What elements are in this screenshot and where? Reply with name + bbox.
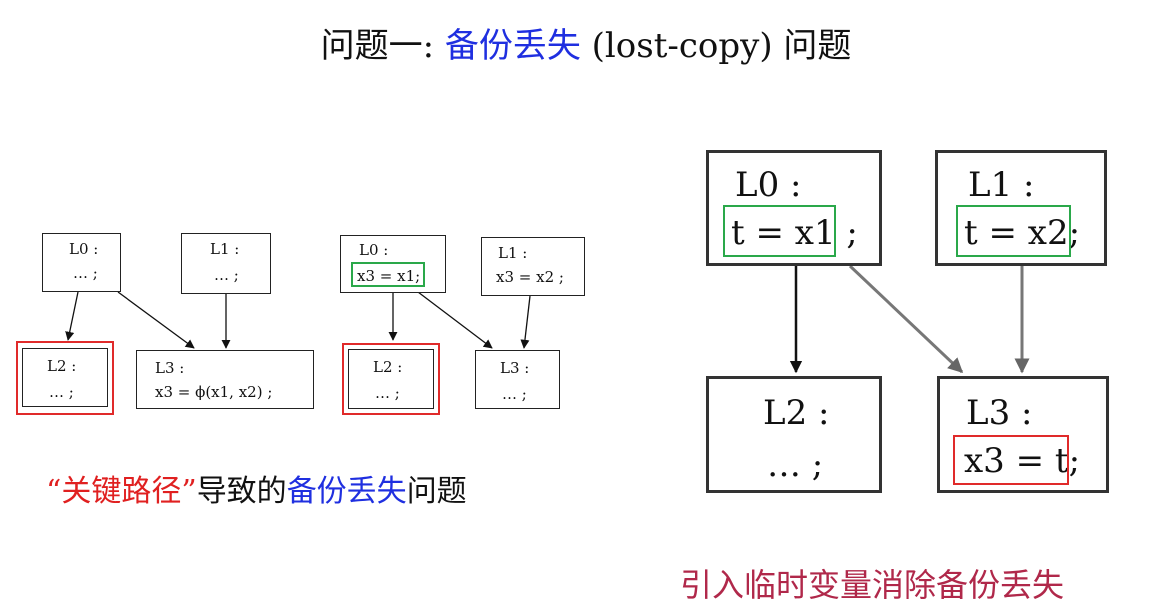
right-l2-label: L2 : — [763, 393, 830, 433]
arrows-layer — [65, 264, 1030, 374]
edge-left-l0-l2 — [65, 291, 79, 341]
right-l3-body-suffix: ; — [1068, 441, 1081, 481]
left-l2-label: L2 : — [47, 357, 77, 375]
mid-node-l1: L1 : x3 = x2 ; — [481, 237, 585, 296]
mid-l1-label: L1 : — [498, 244, 528, 262]
right-l2-body: … ; — [767, 445, 824, 485]
left-caption-mid: 导致的 — [196, 474, 287, 509]
mid-l3-body: … ; — [502, 385, 527, 403]
left-l2-body: … ; — [49, 383, 74, 401]
left-l0-body: … ; — [73, 264, 98, 282]
left-l1-body: … ; — [214, 266, 239, 284]
edge-right-l0-l3 — [848, 264, 964, 374]
left-node-l0: L0 : … ; — [42, 233, 121, 292]
edge-left-l0-l3 — [117, 291, 195, 349]
mid-l0-label: L0 : — [359, 241, 389, 259]
mid-l3-label: L3 : — [500, 359, 530, 377]
left-node-l3: L3 : x3 = ϕ(x1, x2) ; — [136, 350, 314, 409]
left-node-l2: L2 : … ; — [22, 348, 108, 407]
right-l1-green-highlight — [956, 205, 1071, 257]
mid-node-l2: L2 : … ; — [348, 349, 434, 409]
left-l0-label: L0 : — [69, 240, 99, 258]
left-l1-label: L1 : — [210, 240, 240, 258]
right-l3-red-highlight — [953, 435, 1069, 485]
right-l1-label: L1 : — [968, 165, 1035, 205]
edge-mid-l0-l3 — [417, 291, 493, 349]
right-l3-label: L3 : — [966, 393, 1033, 433]
mid-l2-body: … ; — [375, 384, 400, 402]
right-node-l2: L2 : … ; — [706, 376, 882, 493]
left-node-l1: L1 : … ; — [181, 233, 271, 294]
right-l0-label: L0 : — [735, 165, 802, 205]
left-l3-body: x3 = ϕ(x1, x2) ; — [155, 383, 273, 401]
left-caption: “关键路径”导致的备份丢失问题 — [46, 466, 467, 510]
left-l3-label: L3 : — [155, 359, 185, 377]
left-caption-blue: 备份丢失 — [286, 474, 407, 509]
mid-l0-green-highlight — [351, 262, 425, 287]
mid-l1-body: x3 = x2 ; — [496, 268, 564, 286]
edge-mid-l1-l3 — [520, 295, 531, 349]
mid-l2-label: L2 : — [373, 358, 403, 376]
left-caption-end: 问题 — [406, 474, 467, 509]
right-l0-body-suffix: ; — [846, 213, 858, 253]
left-caption-quote: “关键路径” — [46, 474, 197, 509]
right-l0-green-highlight — [723, 205, 836, 257]
right-caption: 引入临时变量消除备份丢失 — [680, 566, 1065, 604]
mid-node-l3: L3 : … ; — [475, 350, 560, 409]
